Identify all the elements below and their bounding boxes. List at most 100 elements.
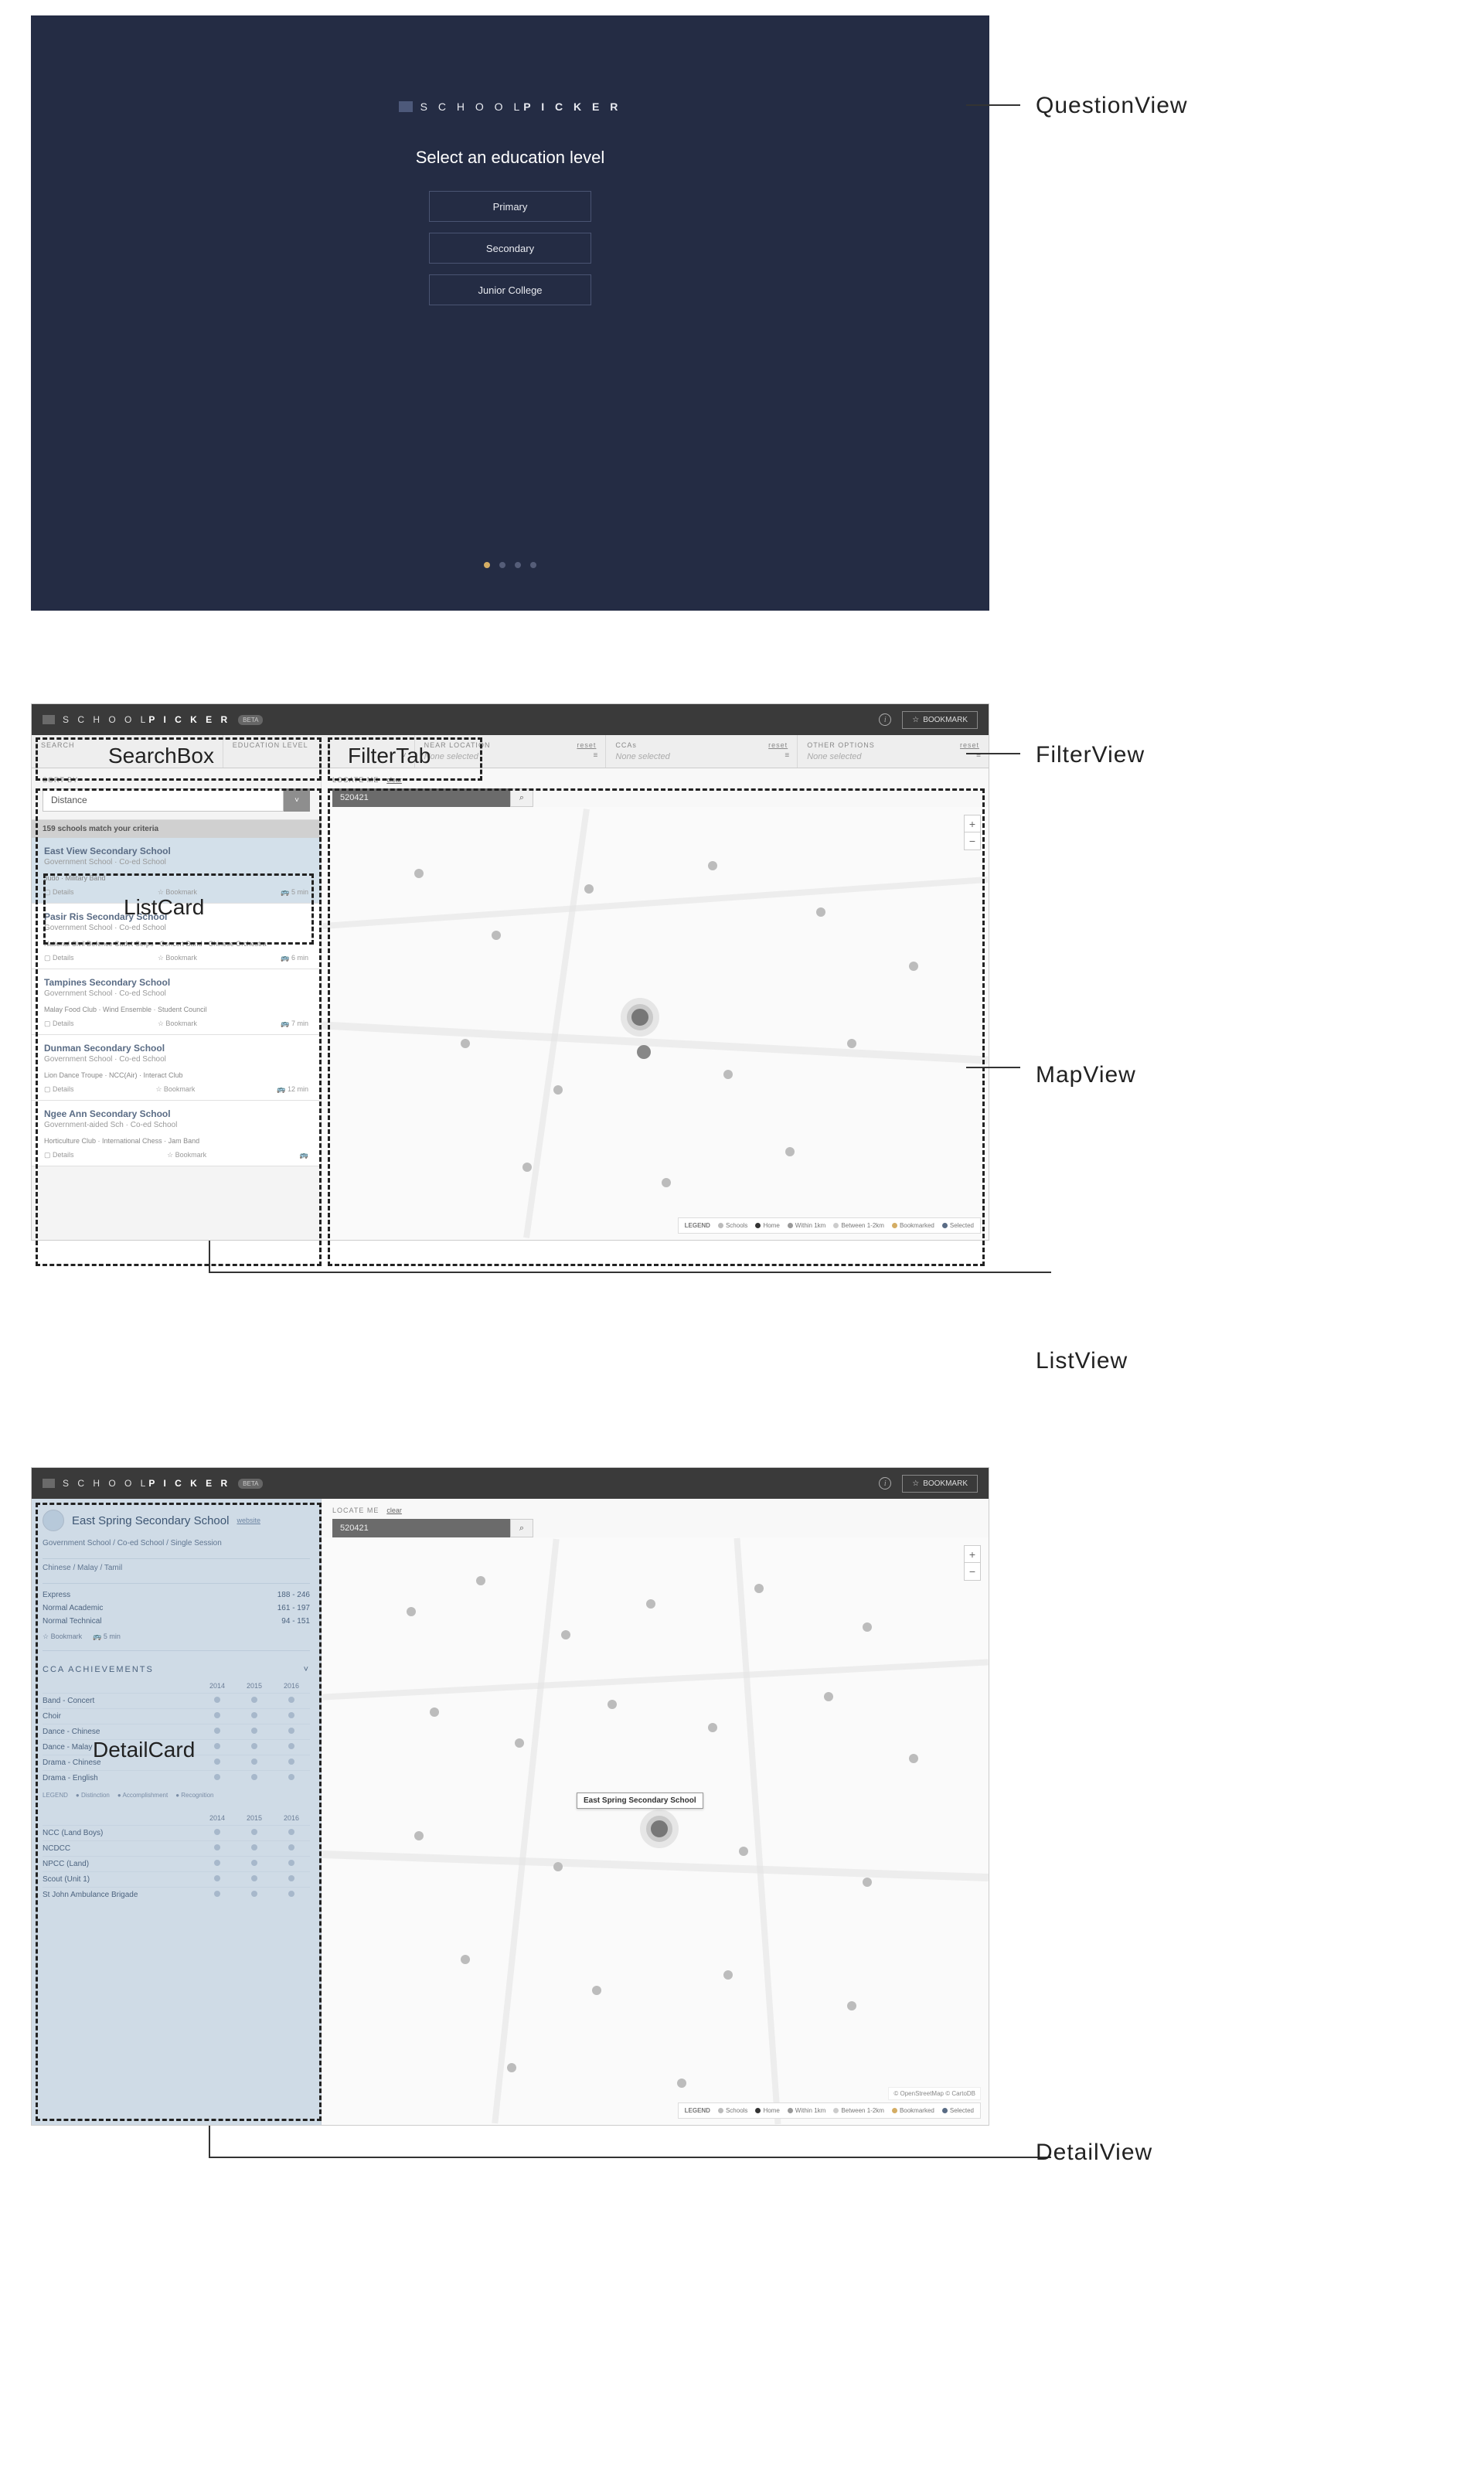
bookmark-button[interactable]: ☆ BOOKMARK: [902, 1475, 978, 1493]
locate-search-button[interactable]: ⌕: [510, 1519, 533, 1537]
bookmark-link[interactable]: ☆ Bookmark: [167, 1151, 206, 1159]
cca-row: NCC (Land Boys): [43, 1825, 310, 1840]
level-option-secondary[interactable]: Secondary: [429, 233, 591, 264]
level-option-primary[interactable]: Primary: [429, 191, 591, 222]
locate-label: LOCATE ME: [332, 1507, 379, 1514]
school-crest-icon: [43, 1510, 64, 1531]
details-link[interactable]: ▢ Details: [44, 1020, 74, 1028]
question-heading: Select an education level: [416, 148, 605, 168]
chevron-down-icon: ˅: [284, 788, 310, 812]
beta-badge: BETA: [238, 1479, 263, 1489]
cca-row: Drama - English: [43, 1770, 310, 1786]
bookmark-button[interactable]: ☆ BOOKMARK: [902, 711, 978, 729]
map-tooltip: East Spring Secondary School: [577, 1793, 703, 1809]
locate-search-button[interactable]: ⌕: [510, 788, 533, 807]
list-card[interactable]: Ngee Ann Secondary SchoolGovernment-aide…: [32, 1101, 321, 1166]
annotation-listcard: ListCard: [124, 895, 204, 920]
sort-label: SORT BY: [43, 776, 310, 784]
annotation-filtertab: FilterTab: [348, 744, 431, 768]
cca-row: Choir: [43, 1708, 310, 1724]
reset-link[interactable]: reset: [577, 741, 596, 749]
filter-other-options[interactable]: OTHER OPTIONSreset None selected ≡: [798, 735, 989, 768]
detailview-panel: S C H O O LP I C K E R BETA i ☆ BOOKMARK: [31, 1467, 989, 2126]
details-link[interactable]: ▢ Details: [44, 954, 74, 962]
logo-icon: [399, 101, 413, 112]
map-marker-focus[interactable]: [627, 1004, 653, 1030]
level-option-jc[interactable]: Junior College: [429, 274, 591, 305]
map-canvas[interactable]: East Spring Secondary School + − © OpenS…: [322, 1537, 989, 2125]
map-canvas[interactable]: + − LEGEND Schools Home Within 1km Betwe…: [322, 807, 989, 1240]
website-link[interactable]: website: [237, 1517, 260, 1524]
details-link[interactable]: ▢ Details: [44, 1151, 74, 1159]
bookmark-link[interactable]: ☆ Bookmark: [43, 1633, 82, 1641]
hamburger-icon: ≡: [594, 751, 598, 760]
hamburger-icon: ≡: [785, 751, 789, 760]
annotation-mapview: MapView: [1036, 1062, 1484, 1088]
zoom-out-button[interactable]: −: [965, 1563, 980, 1580]
pagination-dot[interactable]: [499, 562, 505, 568]
match-count-bar: 159 schools match your criteria: [32, 820, 321, 838]
filter-near-location[interactable]: NEAR LOCATIONreset None selected ≡: [415, 735, 607, 768]
map-marker-focus[interactable]: [646, 1816, 672, 1842]
pagination-dot[interactable]: [515, 562, 521, 568]
cca-row: Scout (Unit 1): [43, 1871, 310, 1887]
cca-row: NCDCC: [43, 1840, 310, 1856]
questionview-panel: S C H O O LP I C K E R Select an educati…: [31, 15, 989, 611]
bookmark-link[interactable]: ☆ Bookmark: [158, 954, 197, 962]
reset-link[interactable]: reset: [960, 741, 979, 749]
card-subtitle: Government School · Co-ed School: [44, 924, 308, 932]
locate-clear-link[interactable]: clear: [386, 1507, 402, 1514]
map-pane[interactable]: LOCATE ME clear ⌕: [322, 768, 989, 1240]
map-pane[interactable]: LOCATE ME clear ⌕: [322, 1499, 989, 2125]
details-link[interactable]: ▢ Details: [44, 1085, 74, 1094]
logo-icon: [43, 715, 55, 724]
listview-panel: S C H O O LP I C K E R BETA i ☆ BOOKMARK: [31, 703, 989, 1241]
info-icon[interactable]: i: [879, 713, 891, 726]
list-card[interactable]: Tampines Secondary SchoolGovernment Scho…: [32, 969, 321, 1035]
travel-time: 🚌 12 min: [277, 1085, 308, 1094]
zoom-in-button[interactable]: +: [965, 1546, 980, 1563]
travel-time: 🚌 7 min: [281, 1020, 308, 1028]
chevron-down-icon: ˅: [304, 1665, 310, 1674]
card-tags: Judo · Military Band: [44, 874, 308, 882]
locate-input[interactable]: [332, 788, 510, 807]
cca-heading[interactable]: CCA ACHIEVEMENTS ˅: [32, 1656, 321, 1679]
annotation-filterview: FilterView: [1036, 742, 1484, 768]
map-zoom-controls: + −: [964, 815, 981, 850]
detail-card: East Spring Secondary School website Gov…: [32, 1499, 322, 2125]
card-title: East View Secondary School: [44, 846, 308, 856]
info-icon[interactable]: i: [879, 1477, 891, 1490]
reset-link[interactable]: reset: [768, 741, 788, 749]
search-icon: ⌕: [519, 1524, 524, 1534]
annotation-detailcard: DetailCard: [93, 1738, 195, 1762]
travel-time: 🚌 5 min: [93, 1633, 121, 1641]
bookmark-link[interactable]: ☆ Bookmark: [155, 1085, 195, 1094]
app-header: S C H O O LP I C K E R BETA i ☆ BOOKMARK: [32, 1468, 989, 1499]
logo-text: S C H O O LP I C K E R: [63, 1478, 230, 1489]
pagination-dot[interactable]: [484, 562, 490, 568]
annotation-searchbox: SearchBox: [108, 744, 214, 768]
languages: Chinese / Malay / Tamil: [32, 1564, 321, 1578]
card-subtitle: Government School · Co-ed School: [44, 1055, 308, 1064]
bookmark-link[interactable]: ☆ Bookmark: [158, 1020, 197, 1028]
filter-ccas[interactable]: CCAsreset None selected ≡: [606, 735, 798, 768]
travel-time: 🚌 5 min: [281, 888, 308, 897]
list-sidebar: SORT BY Distance ˅ 159 schools match you…: [32, 768, 322, 1240]
locate-input[interactable]: [332, 1519, 510, 1537]
card-subtitle: Government School · Co-ed School: [44, 989, 308, 998]
card-title: Dunman Secondary School: [44, 1043, 308, 1054]
locate-clear-link[interactable]: clear: [386, 776, 402, 784]
app-logo: S C H O O LP I C K E R: [399, 100, 622, 113]
cca-legend: LEGEND ● Distinction ● Accomplishment ● …: [32, 1786, 321, 1805]
cca-row: Dance - Chinese: [43, 1724, 310, 1739]
sort-select[interactable]: Distance ˅: [43, 788, 310, 812]
zoom-in-button[interactable]: +: [965, 815, 980, 832]
zoom-out-button[interactable]: −: [965, 832, 980, 849]
logo-text: S C H O O LP I C K E R: [420, 100, 622, 113]
card-tags: National Civil Defence Cadet Corps · Con…: [44, 940, 308, 948]
pagination-dot[interactable]: [530, 562, 536, 568]
annotation-detailview: DetailView: [1036, 2140, 1484, 2166]
list-card[interactable]: Dunman Secondary SchoolGovernment School…: [32, 1035, 321, 1101]
details-link[interactable]: ▢ Details: [44, 888, 74, 897]
list-card[interactable]: East View Secondary SchoolGovernment Sch…: [32, 838, 321, 904]
